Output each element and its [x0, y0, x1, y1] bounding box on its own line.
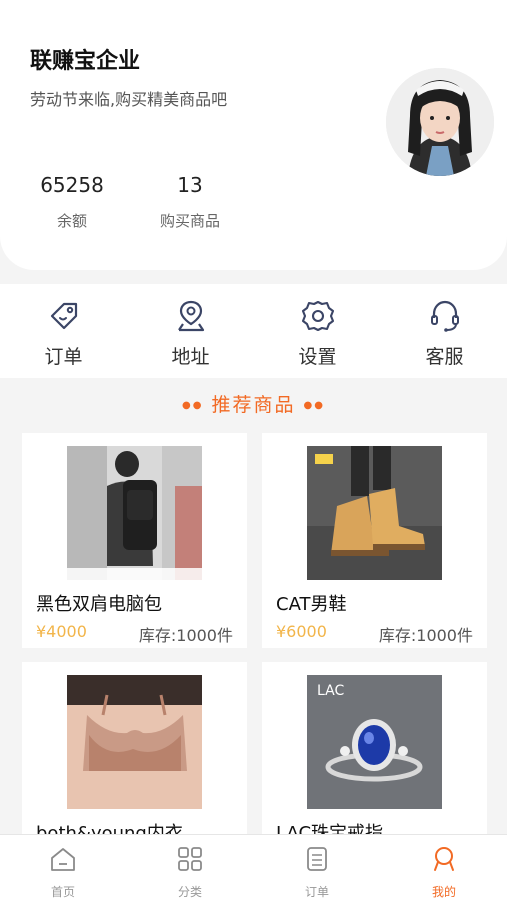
balance-stat[interactable]: 65258 余额: [12, 172, 132, 231]
purchases-label: 购买商品: [159, 212, 220, 230]
menu-label-orders: 订单: [44, 346, 83, 368]
product-image-ring: LAC: [307, 675, 442, 809]
purchases-stat[interactable]: 13 购买商品: [130, 172, 250, 231]
menu-item-settings[interactable]: 设置: [254, 284, 381, 378]
product-image-backpack: [67, 446, 202, 580]
product-card[interactable]: CAT男鞋 ¥6000 库存:1000件: [262, 433, 487, 648]
grid-icon: [178, 847, 202, 871]
balance-label: 余额: [56, 212, 87, 230]
balance-value: 65258: [40, 173, 104, 197]
section-title-text: 推荐商品: [211, 394, 296, 416]
profile-icon: [434, 847, 454, 871]
product-card[interactable]: both&young内衣: [22, 662, 247, 862]
product-stock: 库存:1000件: [378, 626, 473, 645]
tab-category[interactable]: 分类: [127, 835, 253, 900]
tab-home[interactable]: 首页: [0, 835, 126, 900]
product-name: 黑色双肩电脑包: [36, 594, 162, 615]
tab-label-profile: 我的: [431, 885, 456, 899]
tab-label-home: 首页: [50, 885, 75, 899]
product-price: ¥6000: [276, 622, 327, 641]
avatar[interactable]: [386, 68, 494, 176]
dots-left-icon: ●●: [181, 400, 204, 411]
purchases-value: 13: [177, 173, 203, 197]
tab-orders[interactable]: 订单: [254, 835, 380, 900]
product-stock: 库存:1000件: [138, 626, 233, 645]
svg-text:LAC: LAC: [317, 683, 344, 699]
tab-label-orders: 订单: [304, 885, 329, 899]
dots-right-icon: ●●: [303, 400, 325, 411]
slogan-text: 劳动节来临,购买精美商品吧: [30, 90, 228, 109]
company-name: 联赚宝企业: [30, 49, 141, 74]
tag-icon: [50, 302, 78, 330]
section-title: ●● 推荐商品 ●●: [0, 390, 507, 417]
gear-icon: [301, 300, 335, 332]
menu-item-service[interactable]: 客服: [381, 284, 507, 378]
menu-label-address: 地址: [171, 346, 210, 368]
bottom-tab-bar: 首页 分类 订单 我的: [0, 834, 507, 900]
tab-profile[interactable]: 我的: [381, 835, 507, 900]
order-list-icon: [307, 847, 327, 871]
product-price: ¥4000: [36, 622, 87, 641]
quick-menu: 订单 地址 设置 客服: [0, 284, 507, 378]
product-image-boots: [307, 446, 442, 580]
menu-item-address[interactable]: 地址: [127, 284, 254, 378]
product-card[interactable]: 黑色双肩电脑包 ¥4000 库存:1000件: [22, 433, 247, 648]
profile-card: 联赚宝企业 劳动节来临,购买精美商品吧 65258 余额 13 购买商品: [0, 0, 507, 270]
home-icon: [51, 848, 75, 871]
tab-label-category: 分类: [177, 885, 202, 899]
location-pin-icon: [178, 300, 205, 332]
menu-label-settings: 设置: [298, 346, 337, 368]
menu-label-service: 客服: [425, 346, 464, 368]
menu-item-orders[interactable]: 订单: [0, 284, 127, 378]
headset-icon: [431, 300, 459, 332]
product-image-lingerie: [67, 675, 202, 809]
product-card[interactable]: LAC LAC珠宝戒指: [262, 662, 487, 862]
product-name: CAT男鞋: [276, 594, 347, 615]
